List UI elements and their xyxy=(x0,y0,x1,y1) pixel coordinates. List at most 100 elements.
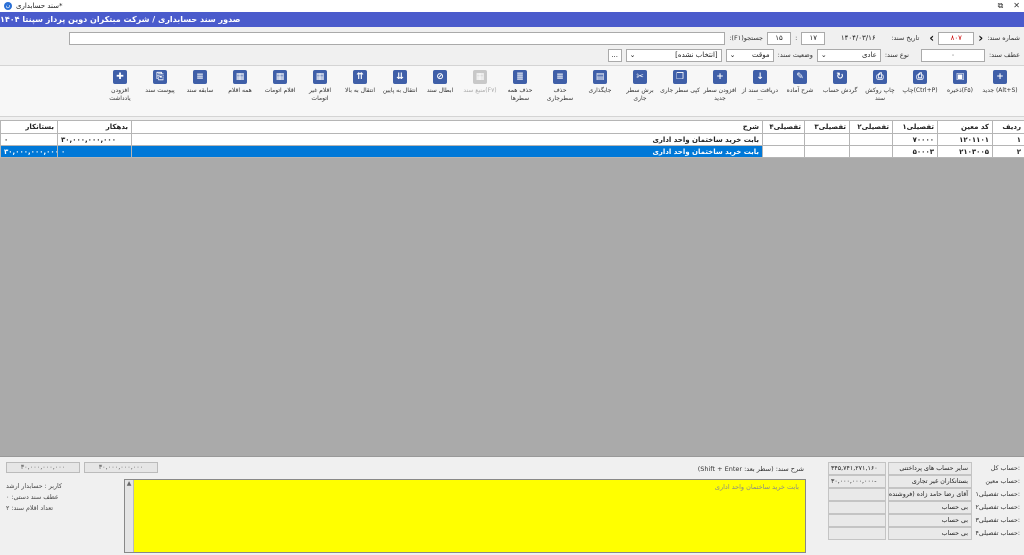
add-row-icon: + xyxy=(713,70,727,84)
toolbar-button-11[interactable]: ≡ حذف سطرجاری xyxy=(540,68,580,116)
bottom-panel: ۳۰,۰۰۰,۰۰۰,۰۰۰ ۳۰,۰۰۰,۰۰۰,۰۰۰ شرح سند: (… xyxy=(0,456,1024,555)
move-up-icon: ⇈ xyxy=(353,70,367,84)
col-header[interactable]: بستانکار xyxy=(0,120,58,134)
status-select[interactable]: موقت ⌄ xyxy=(725,48,774,62)
col-header[interactable]: تفصیلی۱ xyxy=(892,120,938,134)
col-header[interactable]: تفصیلی۴ xyxy=(762,120,805,134)
grid-icon: ▦ xyxy=(273,70,287,84)
toolbar-button-1[interactable]: ▣ ذخیره(F۵) xyxy=(940,68,980,116)
col-header[interactable]: شرح xyxy=(131,120,763,134)
toolbar-button-22[interactable]: ✚ افزودن یادداشت xyxy=(100,68,140,116)
page-title: صدور سند حسابداری / شرکت مبتکران دوین پر… xyxy=(0,15,241,24)
toolbar-button-label: چاپ روکش سند xyxy=(865,87,895,102)
col-header[interactable]: تفصیلی۳ xyxy=(804,120,850,134)
selection-select[interactable]: [انتخاب نشده] ⌄ xyxy=(625,48,722,62)
toolbar-button-2[interactable]: ⎙ چاپ(Ctrl+P) xyxy=(900,68,940,116)
col-header[interactable]: کد معین xyxy=(937,120,993,134)
description-cell[interactable]: بابت خرید ساختمان واحد اداری xyxy=(131,133,763,146)
detail1-cell[interactable]: ۵۰۰۰۳ xyxy=(892,145,938,158)
toolbar-button-label: سابقه سند xyxy=(186,87,214,94)
detail3-cell[interactable] xyxy=(804,145,850,158)
account-value: بی حساب xyxy=(888,527,972,540)
detail2-cell[interactable] xyxy=(849,145,893,158)
doc-number-field[interactable]: ۸۰۷ xyxy=(938,31,975,45)
toolbar-button-8[interactable]: ❐ کپی سطر جاری xyxy=(660,68,700,116)
grid-header-row: ردیف کد معین تفصیلی۱ تفصیلی۲ تفصیلی۳ تفص… xyxy=(0,120,1024,134)
detail3-cell[interactable] xyxy=(804,133,850,146)
col-header[interactable]: ردیف xyxy=(992,120,1024,134)
status-label: وضعیت سند: xyxy=(777,51,813,59)
month-stepper[interactable]: ۱۵ xyxy=(767,31,792,45)
cut-icon: ✂ xyxy=(633,70,647,84)
toolbar-button-6[interactable]: ↓ دریافت سند از ... xyxy=(740,68,780,116)
debit-cell[interactable]: ۰ xyxy=(57,145,132,158)
page-title-bar: صدور سند حسابداری / شرکت مبتکران دوین پر… xyxy=(0,12,1024,27)
document-info: کاربر : حسابدار ارشد عطف سند دستی: ۰ تعد… xyxy=(6,481,116,514)
toolbar-button-7[interactable]: + افزودن سطر جدید xyxy=(700,68,740,116)
more-button[interactable]: ... xyxy=(607,48,622,62)
close-icon[interactable]: ✕ xyxy=(1013,1,1020,11)
row-number[interactable]: ۱ xyxy=(992,133,1024,146)
info-item-count: تعداد اقلام سند: ۲ xyxy=(6,505,54,512)
description-cell[interactable]: بابت خرید ساختمان واحد اداری xyxy=(131,145,763,158)
toolbar-button-label: افزودن سطر جدید xyxy=(703,87,737,102)
account-flow-icon: ↻ xyxy=(833,70,847,84)
edit-icon: ✎ xyxy=(793,70,807,84)
toolbar-button-21[interactable]: ⎘ پیوست سند xyxy=(140,68,180,116)
toolbar-button-label: پیوست سند xyxy=(145,87,175,94)
history-icon: ≡ xyxy=(193,70,207,84)
toolbar-button-label: انتقال به بالا xyxy=(345,87,375,94)
toolbar-button-3[interactable]: ⎙ چاپ روکش سند xyxy=(860,68,900,116)
toolbar-button-4[interactable]: ↻ گردش حساب xyxy=(820,68,860,116)
code-cell[interactable]: ۲۱۰۳۰۰۵ xyxy=(937,145,993,158)
toolbar-button-18[interactable]: ▦ اقلام اتومات xyxy=(260,68,300,116)
debit-cell[interactable]: ۳۰,۰۰۰,۰۰۰,۰۰۰ xyxy=(57,133,132,146)
toolbar-button-17[interactable]: ▦ اقلام غیر اتومات xyxy=(300,68,340,116)
detail4-cell[interactable] xyxy=(762,133,805,146)
detail2-cell[interactable] xyxy=(849,133,893,146)
copy-row-icon: ❐ xyxy=(673,70,687,84)
restore-icon[interactable]: ⧉ xyxy=(998,1,1004,11)
credit-cell[interactable]: ۰ xyxy=(0,133,58,146)
toolbar-button-16[interactable]: ⇈ انتقال به بالا xyxy=(340,68,380,116)
code-cell[interactable]: ۱۲۰۱۱۰۱ xyxy=(937,133,993,146)
sum-credit: ۳۰,۰۰۰,۰۰۰,۰۰۰ xyxy=(6,462,80,473)
credit-cell[interactable]: ۳۰,۰۰۰,۰۰۰,۰۰۰ xyxy=(0,145,58,158)
table-row[interactable]: ۲ ۲۱۰۳۰۰۵ ۵۰۰۰۳ بابت خرید ساختمان واحد ا… xyxy=(0,145,1024,158)
description-textarea[interactable]: ▲ بابت خرید ساختمان واحد اداری xyxy=(124,479,806,553)
row-number[interactable]: ۲ xyxy=(992,145,1024,158)
toolbar-button-10[interactable]: ▤ جایگذاری xyxy=(580,68,620,116)
toolbar-button-0[interactable]: + جدید (Alt+S) xyxy=(980,68,1020,116)
account-label: حساب تفصیلی۴: xyxy=(975,530,1020,537)
next-doc-arrow-icon[interactable]: ‹ xyxy=(978,31,983,45)
toolbar-button-label: منبع سند(F۷) xyxy=(463,87,497,94)
scrollbar[interactable]: ▲ xyxy=(125,480,134,552)
search-input[interactable] xyxy=(69,31,726,45)
table-row[interactable]: ۱ ۱۲۰۱۱۰۱ ۷۰۰۰۰ بابت خرید ساختمان واحد ا… xyxy=(0,133,1024,146)
type-select[interactable]: عادی ⌄ xyxy=(816,48,881,62)
day-stepper[interactable]: ۱۷ xyxy=(801,31,826,45)
toolbar-button-19[interactable]: ▦ همه اقلام xyxy=(220,68,260,116)
col-header[interactable]: بدهکار xyxy=(57,120,132,134)
attachment-icon: ⎘ xyxy=(153,70,167,84)
document-grid: ردیف کد معین تفصیلی۱ تفصیلی۲ تفصیلی۳ تفص… xyxy=(0,120,1024,158)
toolbar-button-12[interactable]: ≣ حذف همه سطرها xyxy=(500,68,540,116)
col-header[interactable]: تفصیلی۲ xyxy=(849,120,893,134)
toolbar-button-5[interactable]: ✎ شرح آماده xyxy=(780,68,820,116)
account-label: حساب معین: xyxy=(985,478,1020,485)
delete-all-icon: ≣ xyxy=(513,70,527,84)
toolbar-button-9[interactable]: ✂ برش سطر جاری xyxy=(620,68,660,116)
detail4-cell[interactable] xyxy=(762,145,805,158)
detail1-cell[interactable]: ۷۰۰۰۰ xyxy=(892,133,938,146)
info-user: کاربر : حسابدار ارشد xyxy=(6,483,62,490)
toolbar-button-label: اقلام اتومات xyxy=(264,87,296,94)
toolbar-button-label: جایگذاری xyxy=(588,87,612,94)
toolbar-button-15[interactable]: ⇊ انتقال به پایین xyxy=(380,68,420,116)
date-field[interactable]: ۱۴۰۴/۰۳/۱۶ xyxy=(829,32,887,45)
attachment-field[interactable]: ۰ xyxy=(920,48,985,62)
toolbar-button-14[interactable]: ⊘ ابطال سند xyxy=(420,68,460,116)
description-label: شرح سند: (سطر بعد: Shift + Enter) xyxy=(697,465,804,473)
toolbar-button-20[interactable]: ≡ سابقه سند xyxy=(180,68,220,116)
prev-doc-arrow-icon[interactable]: › xyxy=(929,31,934,45)
save-icon: ▣ xyxy=(953,70,967,84)
